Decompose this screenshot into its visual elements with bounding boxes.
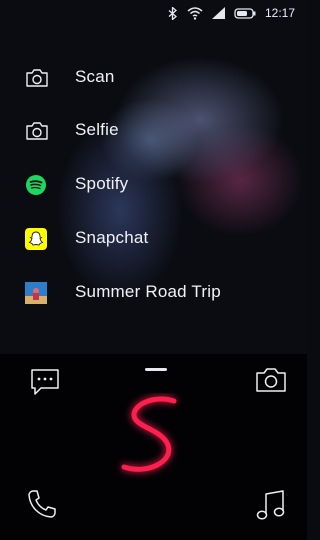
battery-icon xyxy=(234,7,256,19)
snapchat-icon xyxy=(25,228,47,250)
camera-icon xyxy=(25,120,48,142)
gesture-s-drawing xyxy=(112,393,192,488)
menu-item-snapchat[interactable]: Snapchat xyxy=(0,218,307,258)
menu-item-label: Selfie xyxy=(75,120,119,139)
menu-item-label: Snapchat xyxy=(75,228,149,247)
wifi-icon xyxy=(187,6,203,20)
menu-item-label: Summer Road Trip xyxy=(75,282,221,301)
camera-icon xyxy=(25,67,48,89)
menu-item-selfie[interactable]: Selfie xyxy=(0,110,307,150)
status-bar: 12:17 xyxy=(0,0,307,26)
menu-item-summer-road-trip[interactable]: Summer Road Trip xyxy=(0,272,307,312)
spotify-icon xyxy=(25,174,47,196)
camera-icon[interactable] xyxy=(255,366,287,399)
music-icon[interactable] xyxy=(254,488,288,527)
menu-item-spotify[interactable]: Spotify xyxy=(0,164,307,204)
signal-icon xyxy=(211,7,225,19)
drag-handle[interactable] xyxy=(145,368,167,371)
album-art-icon xyxy=(25,282,47,304)
status-time: 12:17 xyxy=(264,6,295,20)
bluetooth-icon xyxy=(168,6,178,20)
message-icon[interactable] xyxy=(29,367,61,402)
menu-item-scan[interactable]: Scan xyxy=(0,57,307,97)
phone-icon[interactable] xyxy=(26,488,58,525)
menu-item-label: Scan xyxy=(75,67,115,86)
menu-item-label: Spotify xyxy=(75,174,129,193)
